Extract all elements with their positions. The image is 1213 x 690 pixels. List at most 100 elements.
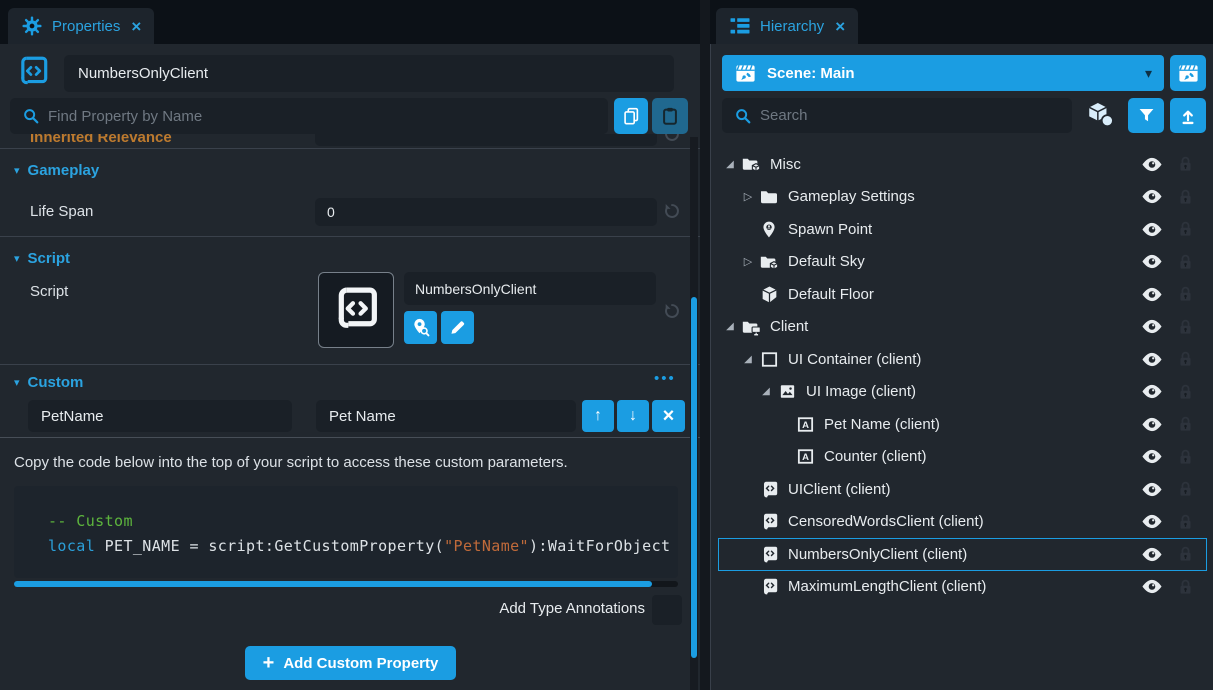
section-gameplay-title: Gameplay <box>28 162 100 179</box>
find-script-button[interactable] <box>404 311 437 344</box>
lock-icon[interactable] <box>1177 513 1193 531</box>
tree-row-counter-client[interactable]: ACounter (client) <box>711 441 1213 474</box>
add-custom-property-button[interactable]: + Add Custom Property <box>245 646 456 680</box>
custom-param-display-field[interactable] <box>316 400 576 432</box>
lock-icon[interactable] <box>1177 545 1193 563</box>
lock-icon[interactable] <box>1177 253 1193 271</box>
properties-vscrollbar-thumb[interactable] <box>691 297 697 658</box>
eye-visibility-icon[interactable] <box>1141 222 1163 237</box>
chevron-down-icon: ▾ <box>1145 65 1152 82</box>
close-icon[interactable]: × <box>835 18 845 35</box>
eye-visibility-icon[interactable] <box>1141 254 1163 269</box>
publish-upload-button[interactable] <box>1170 98 1206 133</box>
find-property-search[interactable] <box>10 98 608 134</box>
tree-row-gameplay-settings[interactable]: ▷ Gameplay Settings <box>711 181 1213 214</box>
lock-icon[interactable] <box>1177 318 1193 336</box>
eye-visibility-icon[interactable] <box>1141 579 1163 594</box>
life-span-field[interactable] <box>315 198 657 226</box>
lock-icon[interactable] <box>1177 350 1193 368</box>
reset-icon[interactable] <box>663 202 681 220</box>
edit-script-button[interactable] <box>441 311 474 344</box>
reset-icon[interactable] <box>663 134 681 143</box>
hierarchy-search[interactable] <box>722 98 1072 133</box>
collapse-arrow-icon[interactable]: ▷ <box>741 255 755 268</box>
lock-icon[interactable] <box>1177 285 1193 303</box>
expand-arrow-icon[interactable]: ◢ <box>759 386 773 397</box>
clipped-property-field[interactable] <box>315 134 657 146</box>
tree-row-censoredwordsclient-client[interactable]: CensoredWordsClient (client) <box>711 506 1213 539</box>
tree-row-client[interactable]: ◢Client <box>711 311 1213 344</box>
tree-row-maximumlengthclient-client[interactable]: MaximumLengthClient (client) <box>711 571 1213 604</box>
eye-visibility-icon[interactable] <box>1141 417 1163 432</box>
code-snippet-block[interactable]: -- Custom local PET_NAME = script:GetCus… <box>14 486 678 578</box>
move-param-down-button[interactable]: ↓ <box>617 400 649 432</box>
tree-item-label: Spawn Point <box>788 221 1141 238</box>
code-hscrollbar-thumb[interactable] <box>14 581 652 587</box>
tree-item-label: Misc <box>770 156 1141 173</box>
lock-icon[interactable] <box>1177 383 1193 401</box>
tree-row-pet-name-client[interactable]: APet Name (client) <box>711 408 1213 441</box>
group-objects-icon[interactable] <box>1086 101 1114 127</box>
tree-row-ui-image-client[interactable]: ◢UI Image (client) <box>711 376 1213 409</box>
scene-manager-button[interactable] <box>1170 55 1206 91</box>
custom-section-menu-icon[interactable]: ••• <box>654 370 676 387</box>
find-property-input[interactable] <box>48 98 608 134</box>
tree-row-misc[interactable]: ◢ Misc <box>711 148 1213 181</box>
eye-visibility-icon[interactable] <box>1141 449 1163 464</box>
eye-visibility-icon[interactable] <box>1141 384 1163 399</box>
tree-item-label: Gameplay Settings <box>788 188 1141 205</box>
tree-row-ui-container-client[interactable]: ◢UI Container (client) <box>711 343 1213 376</box>
scene-selector[interactable]: Scene: Main ▾ <box>722 55 1164 91</box>
code-hscrollbar-track[interactable] <box>14 581 678 587</box>
lock-icon[interactable] <box>1177 480 1193 498</box>
lock-icon[interactable] <box>1177 188 1193 206</box>
lock-icon[interactable] <box>1177 578 1193 596</box>
reset-icon[interactable] <box>663 302 681 320</box>
hierarchy-list-icon <box>729 15 751 37</box>
eye-visibility-icon[interactable] <box>1141 157 1163 172</box>
expand-arrow-icon[interactable]: ◢ <box>723 159 737 170</box>
lock-icon[interactable] <box>1177 155 1193 173</box>
lock-icon[interactable] <box>1177 415 1193 433</box>
hierarchy-search-input[interactable] <box>760 98 1072 133</box>
eye-visibility-icon[interactable] <box>1141 319 1163 334</box>
tree-row-default-floor[interactable]: Default Floor <box>711 278 1213 311</box>
tree-row-uiclient-client[interactable]: UIClient (client) <box>711 473 1213 506</box>
eye-visibility-icon[interactable] <box>1141 287 1163 302</box>
ui-text-icon: A <box>795 414 815 434</box>
eye-visibility-icon[interactable] <box>1141 482 1163 497</box>
close-icon[interactable]: × <box>131 18 141 35</box>
tab-hierarchy[interactable]: Hierarchy × <box>716 8 858 44</box>
eye-visibility-icon[interactable] <box>1141 514 1163 529</box>
section-script-header[interactable]: ▾ Script <box>14 250 70 267</box>
move-param-up-button[interactable]: ↑ <box>582 400 614 432</box>
object-name-field[interactable] <box>64 55 674 92</box>
expand-arrow-icon[interactable]: ◢ <box>741 354 755 365</box>
custom-param-name-field[interactable] <box>28 400 292 432</box>
tree-row-default-sky[interactable]: ▷Default Sky <box>711 246 1213 279</box>
tree-row-numbersonlyclient-client[interactable]: NumbersOnlyClient (client) <box>711 538 1213 571</box>
section-custom-header[interactable]: ▾ Custom <box>14 374 83 391</box>
cube-icon <box>759 284 779 304</box>
tree-item-label: UIClient (client) <box>788 481 1141 498</box>
section-gameplay-header[interactable]: ▾ Gameplay <box>14 162 99 179</box>
expand-arrow-icon[interactable]: ◢ <box>723 321 737 332</box>
lock-icon[interactable] <box>1177 448 1193 466</box>
lock-icon[interactable] <box>1177 220 1193 238</box>
paste-properties-button[interactable] <box>652 98 688 134</box>
script-name-field[interactable] <box>404 272 656 305</box>
copy-properties-button[interactable] <box>614 98 648 134</box>
delete-param-button[interactable]: × <box>652 400 685 432</box>
eye-visibility-icon[interactable] <box>1141 352 1163 367</box>
ui-container-icon <box>759 349 779 369</box>
eye-visibility-icon[interactable] <box>1141 547 1163 562</box>
filter-button[interactable] <box>1128 98 1164 133</box>
script-icon <box>759 512 779 532</box>
eye-visibility-icon[interactable] <box>1141 189 1163 204</box>
add-type-annotations-checkbox[interactable] <box>652 595 682 625</box>
script-thumbnail[interactable] <box>318 272 394 348</box>
collapse-arrow-icon[interactable]: ▷ <box>741 190 755 203</box>
tab-properties[interactable]: Properties × <box>8 8 154 44</box>
tree-row-spawn-point[interactable]: Spawn Point <box>711 213 1213 246</box>
custom-params-help-text: Copy the code below into the top of your… <box>14 454 678 471</box>
